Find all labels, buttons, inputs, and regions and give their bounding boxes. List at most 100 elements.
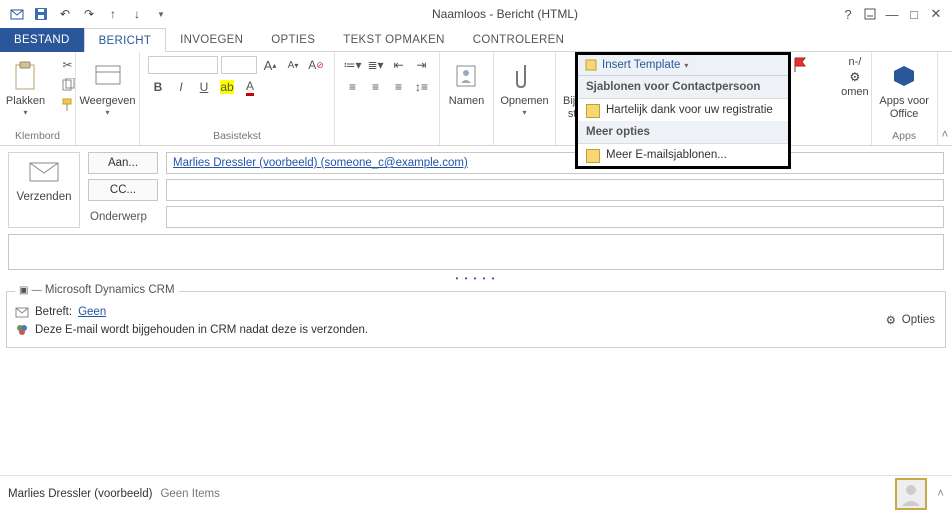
apps-office-label: Apps voor Office	[877, 95, 931, 120]
tab-options[interactable]: OPTIES	[257, 28, 329, 52]
italic-icon[interactable]: I	[171, 78, 191, 96]
follow-up-flag-icon[interactable]	[792, 57, 832, 73]
contact-avatar[interactable]	[895, 478, 927, 510]
template-section-contact: Sjablonen voor Contactpersoon	[578, 76, 788, 99]
minimize-icon[interactable]: —	[882, 4, 902, 24]
include-button[interactable]: Opnemen ▾	[498, 56, 552, 117]
status-items: Geen Items	[160, 488, 219, 500]
message-body[interactable]	[8, 234, 944, 270]
close-icon[interactable]: ✕	[926, 4, 946, 24]
hidden-icon[interactable]: ⚙	[849, 70, 860, 84]
font-size-box[interactable]	[221, 56, 257, 74]
insert-template-header[interactable]: Insert Template ▾	[578, 55, 788, 76]
chevron-down-icon: ▾	[23, 108, 27, 117]
tab-file[interactable]: BESTAND	[0, 28, 84, 52]
chevron-down-icon: ▾	[105, 108, 109, 117]
crm-options-link[interactable]: ⚙ Opties	[884, 313, 935, 327]
names-button[interactable]: Namen	[440, 56, 494, 108]
send-button[interactable]: Verzenden	[8, 152, 80, 228]
address-book-icon	[451, 60, 483, 92]
redo-icon[interactable]: ↷	[78, 3, 100, 25]
include-label: Opnemen	[500, 95, 548, 108]
clear-formatting-icon[interactable]: A⊘	[306, 56, 326, 74]
window-title: Naamloos - Bericht (HTML)	[172, 7, 838, 21]
send-label: Verzenden	[17, 191, 72, 203]
crm-minimize-icon[interactable]: —	[32, 285, 42, 296]
insert-template-label: Insert Template	[602, 59, 680, 71]
cc-button[interactable]: CC...	[88, 179, 158, 201]
crm-tracked-text: Deze E-mail wordt bijgehouden in CRM nad…	[35, 324, 368, 336]
to-field[interactable]: Marlies Dressler (voorbeeld) (someone_c@…	[166, 152, 944, 174]
chevron-down-icon: ▾	[684, 61, 688, 70]
expand-people-pane-icon[interactable]: ˄	[937, 488, 944, 500]
font-color-icon[interactable]: A	[240, 78, 260, 96]
status-contact-name: Marlies Dressler (voorbeeld)	[8, 488, 152, 500]
tab-format[interactable]: TEKST OPMAKEN	[329, 28, 458, 52]
numbering-icon[interactable]: ≣▾	[366, 56, 386, 74]
subject-field[interactable]	[166, 206, 944, 228]
view-label: Weergeven	[79, 95, 135, 108]
align-left-icon[interactable]: ≡	[343, 78, 363, 96]
save-icon[interactable]	[30, 3, 52, 25]
cc-field[interactable]	[166, 179, 944, 201]
format-painter-icon[interactable]	[59, 96, 77, 114]
grow-font-icon[interactable]: A▴	[260, 56, 280, 74]
align-right-icon[interactable]: ≡	[389, 78, 409, 96]
apps-icon	[888, 60, 920, 92]
template-item-more[interactable]: Meer E-mailsjablonen...	[578, 144, 788, 166]
insert-template-dropdown: Insert Template ▾ Sjablonen voor Contact…	[575, 52, 791, 169]
ribbon-options-icon[interactable]	[860, 4, 880, 24]
align-center-icon[interactable]: ≡	[366, 78, 386, 96]
up-arrow-icon[interactable]: ↑	[102, 3, 124, 25]
font-name-box[interactable]	[148, 56, 218, 74]
highlight-icon[interactable]: ab	[217, 78, 237, 96]
template-item-registration[interactable]: Hartelijk dank voor uw registratie	[578, 99, 788, 121]
chevron-down-icon: ▾	[522, 108, 526, 117]
app-icon	[6, 3, 28, 25]
bullets-icon[interactable]: ≔▾	[343, 56, 363, 74]
shrink-font-icon[interactable]: A▾	[283, 56, 303, 74]
splitter-handle[interactable]: • • • • •	[0, 274, 952, 283]
crm-regarding-label: Betreft:	[35, 306, 72, 318]
undo-icon[interactable]: ↶	[54, 3, 76, 25]
tab-review[interactable]: CONTROLEREN	[459, 28, 578, 52]
tab-message[interactable]: BERICHT	[84, 28, 167, 52]
view-icon	[92, 60, 124, 92]
crm-options-label: Opties	[902, 314, 935, 326]
outdent-icon[interactable]: ⇤	[389, 56, 409, 74]
names-label: Namen	[449, 95, 484, 108]
group-apps-label: Apps	[892, 129, 916, 143]
group-basictext-label: Basistekst	[213, 129, 261, 143]
envelope-icon	[27, 161, 61, 183]
template-icon	[584, 58, 598, 72]
clipboard-icon	[10, 60, 42, 92]
copy-icon[interactable]	[59, 76, 77, 94]
paste-label: Plakken	[6, 95, 45, 108]
cut-icon[interactable]: ✂	[59, 56, 77, 74]
crm-regarding-link[interactable]: Geen	[78, 306, 106, 318]
indent-icon[interactable]: ⇥	[412, 56, 432, 74]
paste-button[interactable]: Plakken ▾	[0, 56, 53, 117]
subject-label: Onderwerp	[88, 211, 158, 223]
bold-icon[interactable]: B	[148, 78, 168, 96]
to-button[interactable]: Aan...	[88, 152, 158, 174]
crm-legend-text: Microsoft Dynamics CRM	[45, 284, 175, 296]
help-icon[interactable]: ?	[838, 4, 858, 24]
partial-label-2: omen	[841, 86, 869, 98]
collapse-ribbon-icon[interactable]: ˄	[941, 127, 948, 141]
qat-more-icon[interactable]: ▼	[150, 3, 172, 25]
attach-icon	[509, 60, 541, 92]
group-clipboard-label: Klembord	[15, 129, 60, 143]
crm-tracked-icon	[15, 323, 29, 337]
tab-insert[interactable]: INVOEGEN	[166, 28, 257, 52]
template-section-more: Meer opties	[578, 121, 788, 144]
underline-icon[interactable]: U	[194, 78, 214, 96]
gear-icon: ⚙	[884, 313, 898, 327]
crm-regarding-icon	[15, 305, 29, 319]
down-arrow-icon[interactable]: ↓	[126, 3, 148, 25]
line-spacing-icon[interactable]: ↕≡	[412, 78, 432, 96]
apps-office-button[interactable]: Apps voor Office	[877, 56, 931, 120]
view-button[interactable]: Weergeven ▾	[81, 56, 135, 117]
crm-collapse-icon[interactable]: ▣	[19, 285, 28, 296]
maximize-icon[interactable]: □	[904, 4, 924, 24]
